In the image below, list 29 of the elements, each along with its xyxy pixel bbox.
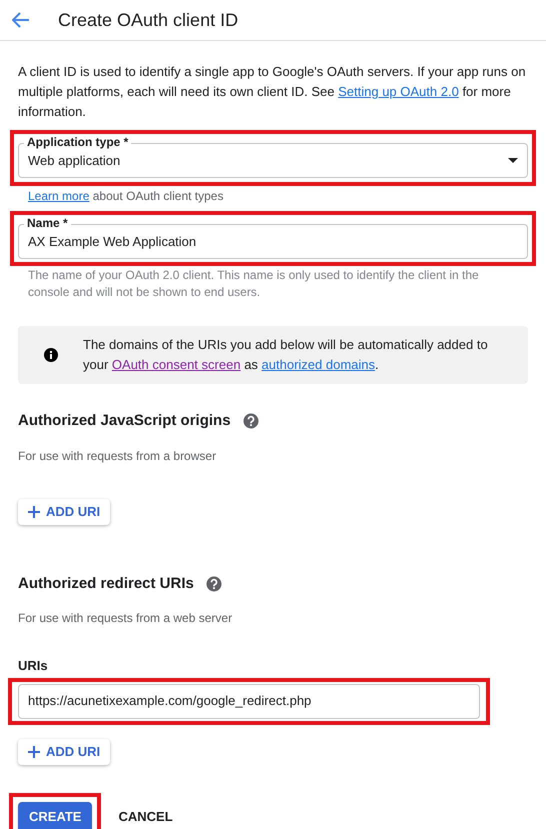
helper-text: The name of your OAuth 2.0 client. This name is only used to identify the client in the console and will not be shown to end users.	[27, 267, 480, 301]
section-heading: Authorized JavaScript origins	[18, 411, 231, 431]
section-subtitle: For use with requests from a browser	[18, 448, 218, 464]
learn-more-link[interactable]: Learn more	[28, 189, 90, 203]
info-icon	[44, 348, 58, 362]
setup-link[interactable]: Setting up OAuth 2.0	[338, 84, 459, 99]
field-value: Web application	[28, 152, 122, 170]
back-arrow-icon[interactable]	[12, 12, 30, 28]
field-label: Application type *	[24, 134, 132, 150]
page-title: Create OAuth client ID	[58, 8, 238, 32]
uri-field[interactable]: https://acunetixexample.com/google_redirect.php	[18, 684, 480, 718]
section-heading: Authorized redirect URIs	[18, 574, 194, 594]
info-text: The domains of the URIs you add below will be automatically added to your OAuth consent screen as authorized domains.	[83, 336, 489, 374]
add-uri-button[interactable]: ADD URI	[18, 498, 110, 524]
uris-label: URIs	[18, 657, 49, 675]
add-uri-button[interactable]: ADD URI	[18, 738, 110, 764]
help-icon[interactable]	[206, 576, 222, 592]
plus-icon	[28, 746, 40, 758]
helper-text: about OAuth client types	[92, 189, 224, 203]
help-icon[interactable]	[242, 413, 259, 430]
section-subtitle: For use with requests from a web server	[18, 610, 234, 627]
create-button[interactable]: CREATE	[18, 802, 92, 829]
dropdown-caret-icon	[508, 158, 518, 163]
consent-screen-link[interactable]: OAuth consent screen	[112, 357, 241, 372]
cancel-button[interactable]: CANCEL	[111, 802, 180, 829]
intro-text: A client ID is used to identify a single app to Google's OAuth servers. If your app runs on multiple platforms, each will need its own client ID. See Setting up OAuth 2.0 for more information.	[18, 63, 527, 121]
field-value: AX Example Web Application	[28, 232, 196, 251]
plus-icon	[28, 506, 40, 518]
authorized-domains-link[interactable]: authorized domains	[262, 357, 376, 372]
